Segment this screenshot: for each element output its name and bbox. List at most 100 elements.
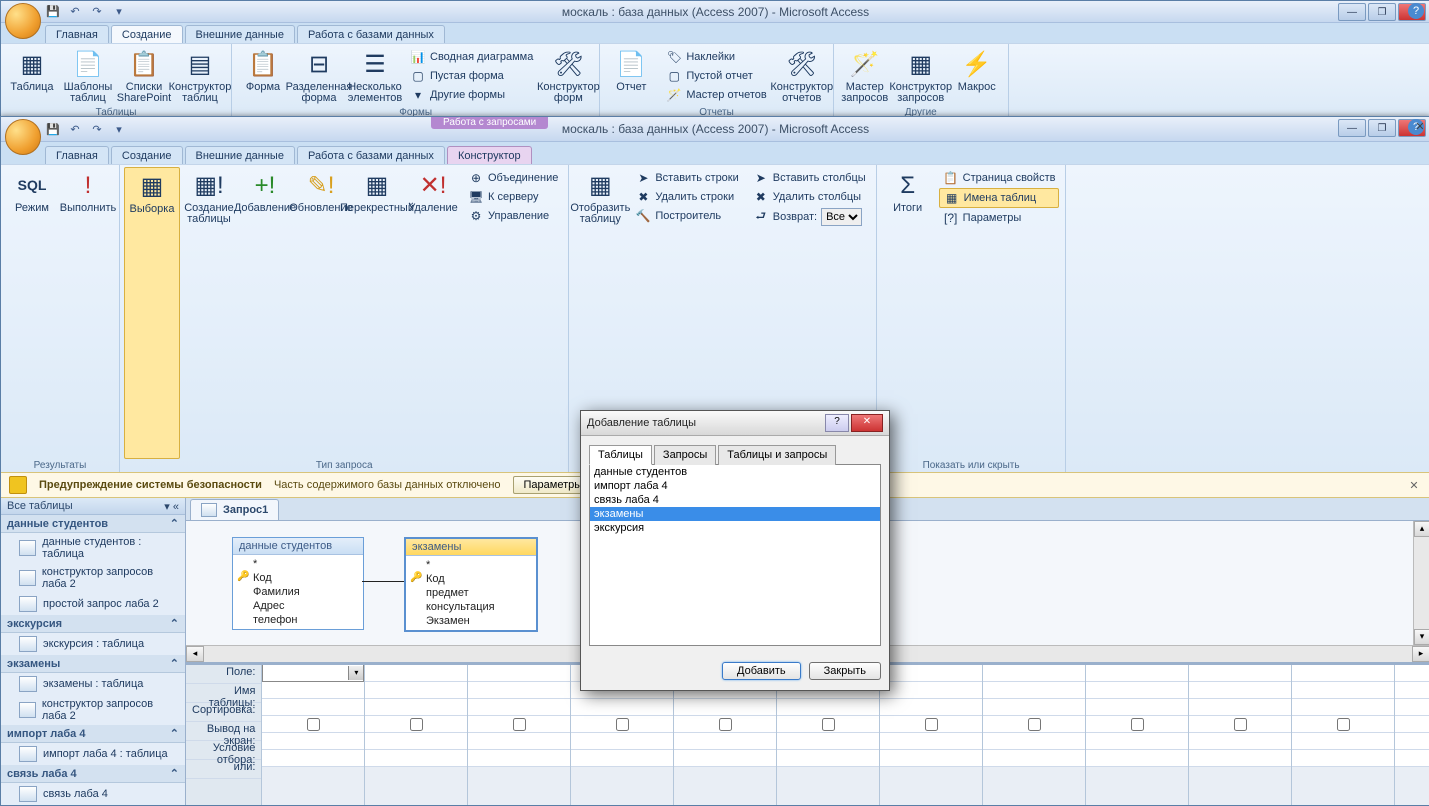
nav-item[interactable]: данные студентов : таблица xyxy=(1,533,185,563)
dialog-tab-both[interactable]: Таблицы и запросы xyxy=(718,445,836,465)
show-checkbox[interactable] xyxy=(1337,718,1350,731)
grid-cell[interactable] xyxy=(674,699,776,716)
grid-cell[interactable] xyxy=(468,682,570,699)
show-checkbox[interactable] xyxy=(1131,718,1144,731)
redo-icon-2[interactable]: ↷ xyxy=(89,121,105,137)
datadef-button[interactable]: ⚙Управление xyxy=(464,207,562,225)
grid-cell[interactable] xyxy=(1189,750,1291,767)
tab-dbtools-2[interactable]: Работа с базами данных xyxy=(297,146,445,164)
show-checkbox[interactable] xyxy=(1028,718,1041,731)
scroll-left-icon[interactable]: ◂ xyxy=(186,646,204,662)
grid-cell[interactable] xyxy=(1395,665,1429,682)
qat-more-icon[interactable]: ▾ xyxy=(111,4,127,20)
view-button[interactable]: SQLРежим xyxy=(5,167,59,459)
security-close-icon[interactable]: ✕ xyxy=(1406,479,1422,492)
grid-cell[interactable] xyxy=(468,699,570,716)
union-button[interactable]: ⊕Объединение xyxy=(464,169,562,187)
grid-cell[interactable] xyxy=(1086,665,1188,682)
grid-cell[interactable] xyxy=(365,733,467,750)
grid-cell[interactable] xyxy=(983,665,1085,682)
dialog-close-icon[interactable]: ✕ xyxy=(851,414,883,432)
field-item[interactable]: * xyxy=(406,558,536,572)
grid-cell[interactable] xyxy=(365,750,467,767)
show-checkbox[interactable] xyxy=(307,718,320,731)
chevron-down-icon[interactable]: ▾ « xyxy=(164,500,179,513)
dialog-list-item[interactable]: связь лаба 4 xyxy=(590,493,880,507)
maximize-button[interactable]: ❐ xyxy=(1368,3,1396,21)
table-header-students[interactable]: данные студентов xyxy=(233,538,363,555)
insert-cols-button[interactable]: ➤Вставить столбцы xyxy=(749,169,870,187)
dialog-tab-tables[interactable]: Таблицы xyxy=(589,445,652,465)
delete-rows-button[interactable]: ✖Удалить строки xyxy=(631,188,742,206)
grid-cell[interactable] xyxy=(1086,682,1188,699)
field-item[interactable]: предмет xyxy=(406,586,536,600)
dialog-add-button[interactable]: Добавить xyxy=(722,662,801,680)
field-item[interactable]: телефон xyxy=(233,613,363,627)
table-box-exams[interactable]: экзамены *КодпредметконсультацияЭкзамен xyxy=(404,537,538,632)
more-forms-button[interactable]: ▾Другие формы xyxy=(406,86,537,104)
grid-cell[interactable] xyxy=(674,716,776,733)
dialog-close-button[interactable]: Закрыть xyxy=(809,662,881,680)
show-checkbox[interactable] xyxy=(513,718,526,731)
grid-cell[interactable] xyxy=(983,733,1085,750)
run-button[interactable]: !Выполнить xyxy=(61,167,115,459)
table-templates-button[interactable]: 📄Шаблоны таблиц xyxy=(61,46,115,106)
property-sheet-button[interactable]: 📋Страница свойств xyxy=(939,169,1060,187)
multi-items-button[interactable]: ☰Несколько элементов xyxy=(348,46,402,106)
table-box-students[interactable]: данные студентов *КодФамилияАдрестелефон xyxy=(232,537,364,630)
grid-cell[interactable] xyxy=(983,682,1085,699)
dialog-list-item[interactable]: экскурсия xyxy=(590,521,880,535)
nav-item[interactable]: конструктор запросов лаба 2 xyxy=(1,695,185,725)
nav-group[interactable]: импорт лаба 4⌃ xyxy=(1,725,185,743)
dialog-list-item[interactable]: импорт лаба 4 xyxy=(590,479,880,493)
report-button[interactable]: 📄Отчет xyxy=(604,46,658,106)
grid-cell[interactable] xyxy=(1086,733,1188,750)
delete-cols-button[interactable]: ✖Удалить столбцы xyxy=(749,188,870,206)
tab-home[interactable]: Главная xyxy=(45,25,109,43)
grid-cell[interactable] xyxy=(1189,716,1291,733)
dropdown-arrow-icon[interactable]: ▾ xyxy=(348,666,363,680)
tab-home-2[interactable]: Главная xyxy=(45,146,109,164)
make-table-button[interactable]: ▦!Создание таблицы xyxy=(182,167,236,459)
grid-cell[interactable] xyxy=(674,733,776,750)
grid-cell[interactable] xyxy=(1189,733,1291,750)
chevron-up-icon[interactable]: ⌃ xyxy=(170,767,179,780)
grid-cell[interactable] xyxy=(880,699,982,716)
undo-icon-2[interactable]: ↶ xyxy=(67,121,83,137)
tab-create[interactable]: Создание xyxy=(111,25,183,43)
builder-button[interactable]: 🔨Построитель xyxy=(631,207,742,225)
grid-cell[interactable] xyxy=(1395,716,1429,733)
pivot-chart-button[interactable]: 📊Сводная диаграмма xyxy=(406,48,537,66)
show-checkbox[interactable] xyxy=(616,718,629,731)
grid-cell[interactable] xyxy=(571,750,673,767)
crosstab-button[interactable]: ▦Перекрестный xyxy=(350,167,404,459)
grid-cell[interactable] xyxy=(1292,665,1394,682)
field-item[interactable]: консультация xyxy=(406,600,536,614)
table-design-button[interactable]: ▤Конструктор таблиц xyxy=(173,46,227,106)
table-header-exams[interactable]: экзамены xyxy=(406,539,536,556)
grid-cell[interactable] xyxy=(1292,699,1394,716)
field-item[interactable]: Код xyxy=(406,572,536,586)
nav-item[interactable]: экзамены : таблица xyxy=(1,673,185,695)
grid-cell[interactable] xyxy=(1395,733,1429,750)
show-checkbox[interactable] xyxy=(410,718,423,731)
grid-cell[interactable] xyxy=(262,733,364,750)
nav-header[interactable]: Все таблицы▾ « xyxy=(1,498,185,515)
grid-cell[interactable] xyxy=(262,750,364,767)
nav-item[interactable]: связь лаба 4 xyxy=(1,783,185,805)
split-form-button[interactable]: ⊟Разделенная форма xyxy=(292,46,346,106)
blank-form-button[interactable]: ▢Пустая форма xyxy=(406,67,537,85)
macro-button[interactable]: ⚡Макрос xyxy=(950,46,1004,106)
scroll-down-icon[interactable]: ▾ xyxy=(1414,629,1429,645)
grid-cell[interactable] xyxy=(1292,733,1394,750)
field-item[interactable]: Фамилия xyxy=(233,585,363,599)
grid-cell[interactable] xyxy=(365,682,467,699)
select-query-button[interactable]: ▦Выборка xyxy=(124,167,180,459)
return-select[interactable]: Все xyxy=(821,208,862,226)
tab-external-2[interactable]: Внешние данные xyxy=(185,146,295,164)
show-checkbox[interactable] xyxy=(1234,718,1247,731)
grid-cell[interactable] xyxy=(983,750,1085,767)
grid-cell[interactable] xyxy=(880,716,982,733)
grid-cell[interactable] xyxy=(262,682,364,699)
labels-button[interactable]: 🏷Наклейки xyxy=(662,48,770,66)
